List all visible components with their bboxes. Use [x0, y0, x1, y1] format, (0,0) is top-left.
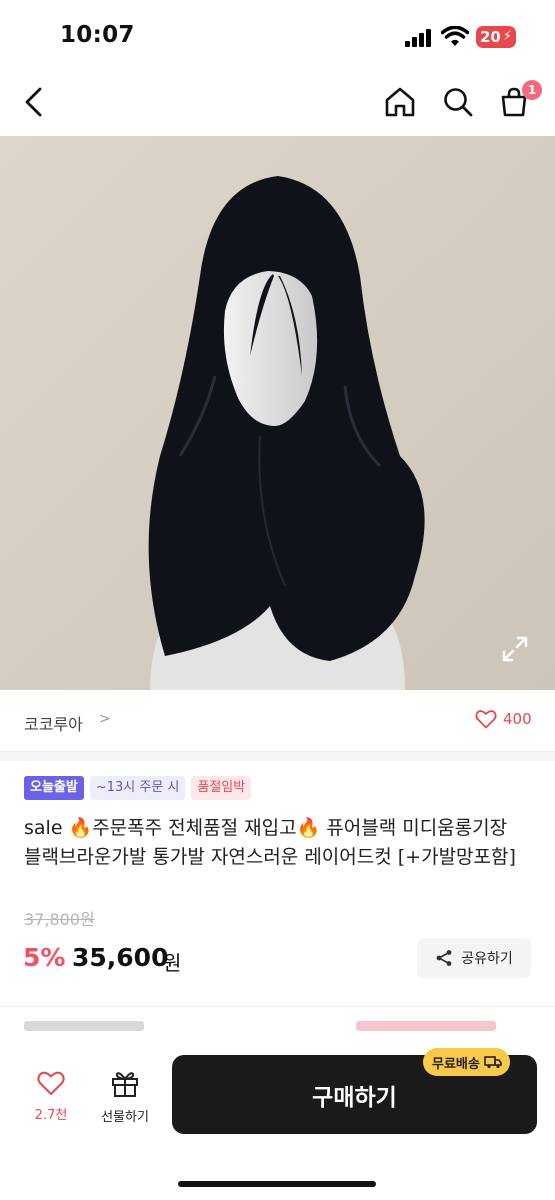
search-icon	[444, 88, 473, 117]
free-shipping-label: 무료배송	[432, 1056, 480, 1072]
home-indicator	[178, 1181, 376, 1187]
expand-icon	[502, 636, 528, 662]
status-bar: 10:07 20 ⚡	[0, 0, 555, 72]
next-section-peek	[0, 1006, 555, 1036]
heart-icon	[37, 1071, 65, 1095]
search-button[interactable]	[436, 80, 480, 124]
wishlist-count: 2.7천	[34, 1108, 68, 1123]
top-nav	[0, 72, 555, 134]
low-stock-badge: 품절임박	[191, 776, 252, 800]
discount-rate: 5%	[23, 943, 66, 972]
free-shipping-badge: 무료배송	[423, 1048, 510, 1076]
bottom-action-bar: 2.7천 선물하기 구매하기 무료배송	[0, 1040, 555, 1200]
home-button[interactable]	[378, 80, 422, 124]
chevron-left-icon	[25, 87, 42, 117]
store-name-link[interactable]: 코코루아	[24, 711, 83, 735]
section-divider	[0, 752, 555, 761]
wig-on-mannequin-photo	[0, 136, 555, 690]
cart-count-badge: 1	[522, 80, 542, 100]
heart-icon	[475, 710, 497, 729]
product-title: sale 🔥주문폭주 전체품절 재입고🔥 퓨어블랙 미디움롱기장 블랙브라운가발…	[24, 817, 516, 868]
share-button[interactable]: 공유하기	[417, 938, 531, 978]
order-cutoff-badge: ~13시 주문 시	[89, 776, 186, 800]
home-icon	[385, 87, 415, 117]
gift-icon	[112, 1072, 138, 1097]
product-image[interactable]	[0, 136, 555, 690]
wifi-icon	[440, 25, 470, 48]
battery-level: 20	[480, 28, 501, 46]
store-like-button[interactable]: 400	[475, 709, 532, 729]
truck-icon	[484, 1056, 502, 1069]
original-price: 37,800원	[24, 910, 95, 929]
gift-label: 선물하기	[101, 1110, 149, 1125]
share-icon	[436, 950, 452, 966]
expand-button[interactable]	[500, 634, 530, 664]
battery-icon: 20 ⚡	[476, 26, 516, 48]
sale-price: 35,600	[72, 943, 169, 972]
back-button[interactable]	[12, 80, 56, 124]
like-count: 400	[503, 710, 532, 728]
share-label: 공유하기	[461, 951, 513, 967]
gift-button[interactable]: 선물하기	[95, 1070, 155, 1125]
product-tags: 오늘출발 ~13시 주문 시 품절임박	[24, 776, 252, 800]
signal-icon	[405, 29, 435, 47]
store-row: 코코루아 > 400	[0, 690, 555, 752]
chevron-right-icon: >	[99, 711, 111, 727]
wishlist-button[interactable]: 2.7천	[21, 1070, 81, 1123]
price-unit: 원	[163, 951, 182, 975]
today-shipping-badge: 오늘출발	[24, 776, 84, 800]
status-time: 10:07	[60, 22, 135, 48]
